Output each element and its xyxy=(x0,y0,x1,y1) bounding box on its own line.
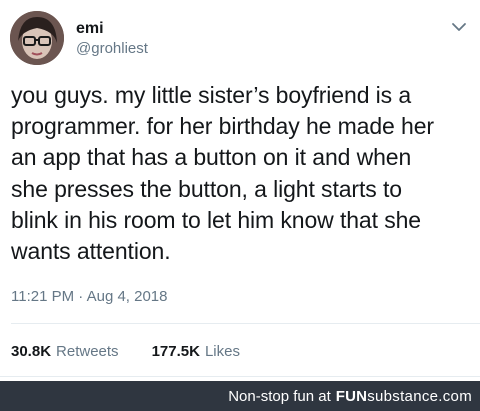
tweet-card: emi @grohliest you guys. my little siste… xyxy=(0,0,480,381)
likes-count: 177.5K xyxy=(151,343,200,360)
retweets-count: 30.8K xyxy=(11,343,52,360)
likes-label: Likes xyxy=(204,343,240,360)
likes-stat[interactable]: 177.5K Likes xyxy=(152,342,240,362)
footer-brand-rest: substance.com xyxy=(367,387,472,405)
engagement-stats: 30.8K Retweets 177.5K Likes xyxy=(11,342,240,362)
divider xyxy=(11,323,480,324)
display-name[interactable]: emi xyxy=(76,20,104,38)
tweet-text: you guys. my little sister’s boyfriend i… xyxy=(11,82,434,265)
chevron-down-icon[interactable] xyxy=(450,18,468,36)
user-handle[interactable]: @grohliest xyxy=(76,40,148,58)
avatar-image xyxy=(10,11,64,65)
watermark-footer: Non-stop fun at FUN substance.com xyxy=(0,381,480,411)
footer-tagline: Non-stop fun at xyxy=(228,387,331,405)
divider xyxy=(0,376,480,377)
avatar[interactable] xyxy=(10,11,64,65)
footer-brand-bold: FUN xyxy=(335,387,368,405)
tweet-timestamp[interactable]: 11:21 PM · Aug 4, 2018 xyxy=(11,287,168,307)
retweets-label: Retweets xyxy=(56,343,119,360)
retweets-stat[interactable]: 30.8K Retweets xyxy=(11,342,119,362)
